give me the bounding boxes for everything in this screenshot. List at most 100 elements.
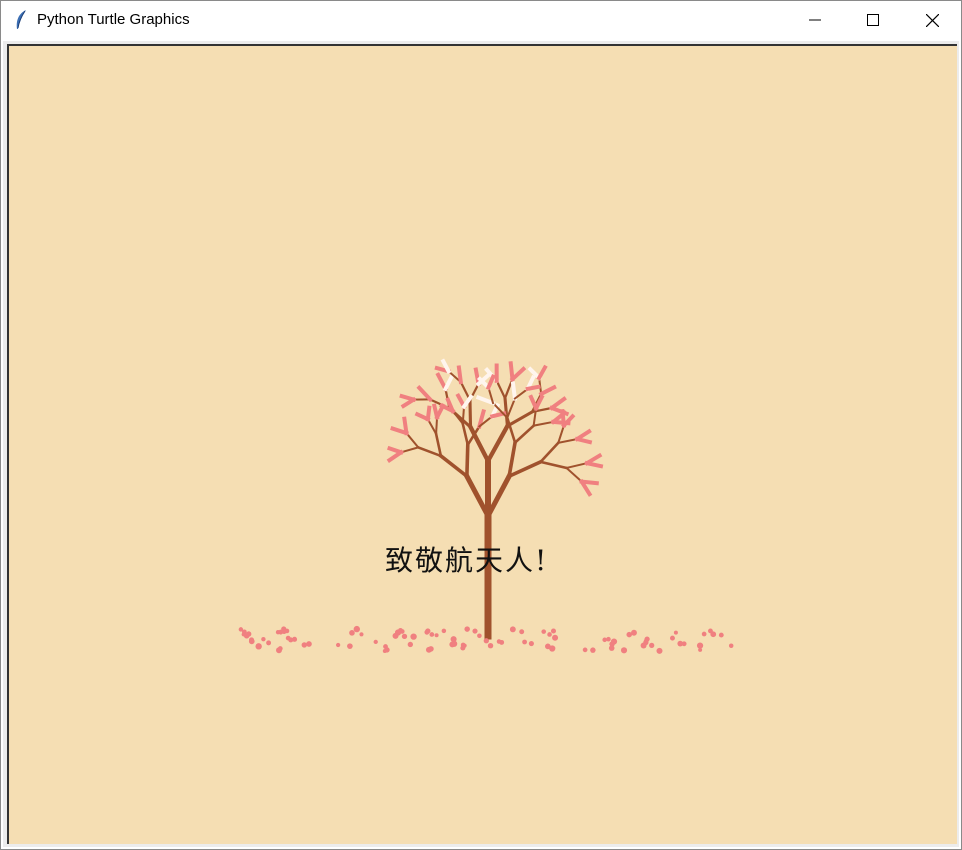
fallen-petal: [276, 647, 282, 654]
branch: [426, 417, 438, 436]
fallen-petal: [359, 632, 364, 637]
fallen-petal: [545, 643, 551, 650]
fallen-petal: [349, 630, 355, 636]
fallen-petal: [424, 629, 430, 635]
fallen-petal: [275, 629, 281, 635]
blossom: [456, 365, 464, 385]
branch: [435, 416, 439, 435]
canvas-frame: 致敬航天人!: [3, 41, 959, 847]
branch: [465, 442, 470, 479]
branch: [399, 446, 420, 454]
minimize-button[interactable]: [786, 1, 844, 39]
fallen-petal: [673, 630, 678, 635]
fallen-petal: [656, 647, 663, 654]
fallen-petal: [261, 636, 266, 642]
fallen-petal: [519, 629, 525, 635]
branch: [557, 424, 566, 445]
fallen-petal: [620, 647, 628, 654]
blossom: [533, 394, 545, 411]
fallen-petal: [335, 642, 341, 648]
fallen-petal: [241, 629, 247, 635]
fallen-petal: [255, 643, 262, 650]
branch: [485, 423, 511, 464]
blossom: [536, 364, 548, 381]
fallen-petal: [701, 631, 707, 637]
fallen-petal: [477, 633, 482, 639]
turtle-canvas[interactable]: 致敬航天人!: [7, 44, 957, 844]
fallen-petal: [347, 643, 353, 649]
fallen-petal: [301, 642, 307, 648]
fallen-petal: [306, 641, 312, 647]
branch: [484, 472, 513, 520]
branch: [434, 432, 443, 458]
fallen-petal: [696, 642, 704, 649]
blossom: [442, 373, 455, 392]
minimize-icon: [809, 14, 821, 26]
fallen-petal: [407, 641, 414, 648]
branch: [468, 398, 473, 429]
fallen-petal: [496, 639, 502, 644]
fallen-petal: [399, 629, 405, 634]
fallen-petal: [429, 632, 435, 637]
blossom: [485, 374, 496, 391]
fallen-petal: [718, 632, 724, 638]
branch: [416, 445, 443, 458]
fallen-petal: [449, 641, 456, 648]
greeting-text: 致敬航天人!: [385, 544, 549, 577]
fallen-petal: [383, 644, 388, 649]
fallen-petal: [450, 636, 457, 643]
branch: [461, 422, 470, 447]
branch: [463, 472, 492, 520]
fallen-petal: [670, 635, 675, 641]
fallen-petal: [631, 629, 637, 636]
branch: [507, 440, 518, 479]
close-button[interactable]: [903, 1, 961, 39]
fallen-petal: [728, 643, 734, 648]
branch: [539, 460, 569, 470]
blossom: [509, 366, 527, 382]
fallen-petal: [401, 633, 408, 640]
fallen-petal: [353, 625, 360, 633]
blossom: [399, 393, 417, 403]
blossom: [402, 416, 409, 436]
blossom: [584, 460, 604, 469]
branch: [513, 423, 536, 445]
fallen-petal: [710, 631, 717, 638]
branch: [513, 387, 530, 400]
cherry-tree-drawing: [238, 358, 734, 654]
fallen-petal: [541, 629, 547, 634]
title-bar[interactable]: Python Turtle Graphics: [1, 1, 961, 39]
branch: [565, 466, 584, 484]
fallen-petal: [246, 631, 252, 637]
blossom: [574, 436, 593, 445]
fallen-petal: [483, 638, 489, 644]
fallen-petal: [677, 640, 684, 647]
blossom: [510, 381, 518, 401]
fallen-petal: [460, 642, 466, 648]
fallen-petal: [509, 626, 516, 633]
turtle-window: Python Turtle Graphics 致敬航天人!: [0, 0, 962, 850]
fallen-petal: [552, 634, 559, 641]
blossom: [416, 385, 433, 403]
fallen-petal: [550, 628, 557, 634]
maximize-button[interactable]: [844, 1, 902, 39]
blossom: [525, 384, 541, 392]
fallen-petal: [606, 636, 611, 642]
window-title: Python Turtle Graphics: [37, 11, 190, 28]
fallen-petal: [428, 646, 434, 652]
branch: [505, 397, 517, 420]
fallen-petal: [410, 633, 417, 640]
branch: [495, 379, 507, 400]
fallen-petal: [640, 642, 647, 649]
fallen-petal: [292, 636, 298, 642]
fallen-petal: [609, 641, 615, 647]
branch: [467, 424, 491, 464]
branch: [532, 420, 555, 427]
fallen-petal: [282, 629, 287, 634]
fallen-petal: [472, 628, 478, 634]
fallen-petal: [248, 638, 255, 645]
fallen-petal: [522, 639, 528, 645]
fallen-petal: [698, 647, 703, 652]
fallen-petal: [392, 632, 399, 639]
branch: [505, 409, 535, 429]
